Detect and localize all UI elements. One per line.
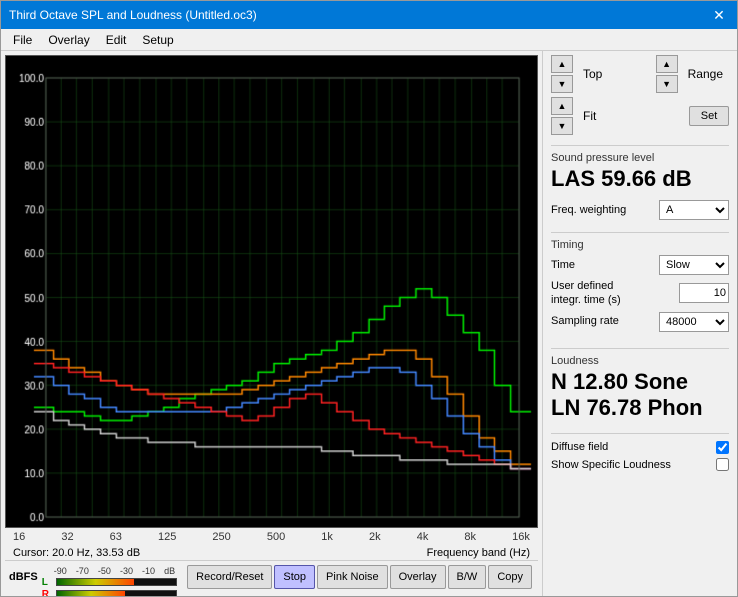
menu-bar: File Overlay Edit Setup <box>1 29 737 51</box>
loudness-ln-value: LN 76.78 Phon <box>551 395 729 421</box>
x-tick-1k: 1k <box>321 531 333 543</box>
x-tick-8k: 8k <box>464 531 476 543</box>
freq-weighting-select[interactable]: A B C Z <box>659 200 729 220</box>
range-label: Range <box>682 65 729 83</box>
show-specific-row: Show Specific Loudness <box>551 458 729 472</box>
x-tick-16: 16 <box>13 531 25 543</box>
cursor-text: Cursor: 20.0 Hz, 33.53 dB <box>13 547 140 559</box>
x-tick-500: 500 <box>267 531 285 543</box>
sampling-rate-label: Sampling rate <box>551 314 619 328</box>
loudness-n-value: N 12.80 Sone <box>551 369 729 395</box>
time-select[interactable]: Slow Fast Impulse <box>659 255 729 275</box>
show-specific-label: Show Specific Loudness <box>551 458 671 472</box>
stop-button[interactable]: Stop <box>274 565 315 589</box>
pink-noise-button[interactable]: Pink Noise <box>317 565 388 589</box>
top-label: Top <box>577 65 608 83</box>
x-tick-125: 125 <box>158 531 176 543</box>
chart-container: dB Third octave SPL A R T A <box>5 55 538 528</box>
top-up-button[interactable]: ▲ <box>551 55 573 73</box>
loudness-section: Loudness N 12.80 Sone LN 76.78 Phon <box>551 355 729 422</box>
menu-file[interactable]: File <box>5 31 40 49</box>
chart-area: dB Third octave SPL A R T A 16 32 63 125… <box>1 51 542 596</box>
scale-minus30: -30 <box>120 566 133 576</box>
sampling-rate-row: Sampling rate 48000 44100 96000 <box>551 312 729 332</box>
fit-down-button[interactable]: ▼ <box>551 117 573 135</box>
range-down-button[interactable]: ▼ <box>656 75 678 93</box>
chart-footer: Cursor: 20.0 Hz, 33.53 dB Frequency band… <box>5 546 538 560</box>
diffuse-field-label: Diffuse field <box>551 440 608 454</box>
x-tick-32: 32 <box>61 531 73 543</box>
scale-minus10: -10 <box>142 566 155 576</box>
spl-section-label: Sound pressure level <box>551 152 729 164</box>
range-nav-group: ▲ ▼ <box>656 55 678 93</box>
divider-1 <box>551 145 729 146</box>
x-tick-16k: 16k <box>512 531 530 543</box>
time-row: Time Slow Fast Impulse <box>551 255 729 275</box>
range-up-button[interactable]: ▲ <box>656 55 678 73</box>
fit-up-button[interactable]: ▲ <box>551 97 573 115</box>
main-content: dB Third octave SPL A R T A 16 32 63 125… <box>1 51 737 596</box>
x-axis: 16 32 63 125 250 500 1k 2k 4k 8k 16k <box>5 528 538 546</box>
scale-minus50: -50 <box>98 566 111 576</box>
top-down-button[interactable]: ▼ <box>551 75 573 93</box>
menu-setup[interactable]: Setup <box>134 31 181 49</box>
freq-weighting-row: Freq. weighting A B C Z <box>551 200 729 220</box>
top-nav-row: ▲ ▼ Top ▲ ▼ Range <box>551 55 729 93</box>
diffuse-field-row: Diffuse field <box>551 440 729 454</box>
record-reset-button[interactable]: Record/Reset <box>187 565 272 589</box>
bottom-button-row: Record/Reset Stop Pink Noise Overlay B/W… <box>185 565 534 589</box>
time-label: Time <box>551 258 575 272</box>
title-bar: Third Octave SPL and Loudness (Untitled.… <box>1 1 737 29</box>
scale-minus70: -70 <box>76 566 89 576</box>
menu-overlay[interactable]: Overlay <box>40 31 97 49</box>
timing-title: Timing <box>551 239 729 251</box>
user-defined-row: User defined integr. time (s) <box>551 279 729 308</box>
divider-2 <box>551 232 729 233</box>
x-tick-63: 63 <box>110 531 122 543</box>
dbfs-r-label: R <box>42 589 52 597</box>
dbfs-label: dBFS <box>9 571 38 583</box>
freq-weighting-label: Freq. weighting <box>551 204 626 216</box>
timing-section: Timing Time Slow Fast Impulse User defin… <box>551 239 729 336</box>
diffuse-field-checkbox[interactable] <box>716 441 729 454</box>
top-nav-group: ▲ ▼ <box>551 55 573 93</box>
sampling-rate-select[interactable]: 48000 44100 96000 <box>659 312 729 332</box>
x-tick-250: 250 <box>212 531 230 543</box>
dbfs-meter: -90 -70 -50 -30 -10 dB L <box>42 566 177 588</box>
spl-value: LAS 59.66 dB <box>551 166 729 192</box>
user-defined-label: User defined integr. time (s) <box>551 279 621 308</box>
user-defined-input[interactable] <box>679 283 729 303</box>
loudness-title: Loudness <box>551 355 729 367</box>
show-specific-checkbox[interactable] <box>716 458 729 471</box>
overlay-button[interactable]: Overlay <box>390 565 446 589</box>
freq-band-text: Frequency band (Hz) <box>427 547 530 559</box>
divider-4 <box>551 433 729 434</box>
fit-label: Fit <box>577 107 602 125</box>
dbfs-l-label: L <box>42 577 52 588</box>
window-title: Third Octave SPL and Loudness (Untitled.… <box>9 8 709 22</box>
scale-minus90: -90 <box>54 566 67 576</box>
chart-canvas <box>6 56 537 527</box>
close-button[interactable]: ✕ <box>709 5 729 25</box>
right-panel: ▲ ▼ Top ▲ ▼ Range ▲ ▼ Fit Set <box>542 51 737 596</box>
copy-button[interactable]: Copy <box>488 565 532 589</box>
x-tick-2k: 2k <box>369 531 381 543</box>
menu-edit[interactable]: Edit <box>98 31 135 49</box>
scale-db: dB <box>164 566 175 576</box>
main-window: Third Octave SPL and Loudness (Untitled.… <box>0 0 738 597</box>
bw-button[interactable]: B/W <box>448 565 487 589</box>
spl-section: Sound pressure level LAS 59.66 dB <box>551 152 729 192</box>
set-button[interactable]: Set <box>689 106 729 126</box>
x-tick-4k: 4k <box>417 531 429 543</box>
dbfs-bar: dBFS -90 -70 -50 -30 -10 dB <box>5 560 538 592</box>
divider-3 <box>551 348 729 349</box>
fit-nav-row: ▲ ▼ Fit Set <box>551 97 729 135</box>
fit-nav-group: ▲ ▼ <box>551 97 573 135</box>
